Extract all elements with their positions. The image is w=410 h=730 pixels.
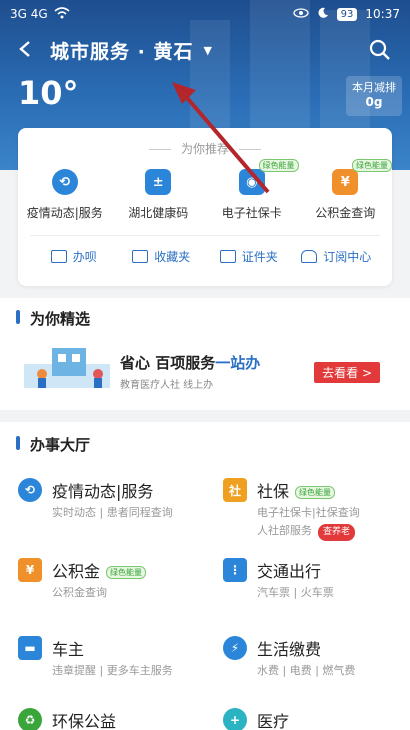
hall-item-title: 公积金 bbox=[52, 562, 101, 581]
car-icon: ▬ bbox=[18, 636, 42, 660]
temperature: 10° bbox=[18, 74, 79, 112]
hall-item-title: 社保 bbox=[257, 482, 290, 501]
hall-item-sub: 水费 | 电费 | 燃气费 bbox=[257, 664, 356, 677]
featured-banner[interactable]: 省心 百项服务一站办 教育医疗人社 线上办 去看看 > bbox=[18, 340, 392, 400]
quick-label: 办呗 bbox=[72, 250, 97, 264]
hall-item-sub: 违章提醒 | 更多车主服务 bbox=[52, 664, 173, 677]
hall-item-traffic[interactable]: ⋮ 交通出行 汽车票 | 火车票 bbox=[205, 550, 410, 616]
quick-favorites[interactable]: 收藏夹 bbox=[118, 248, 206, 265]
featured-title: 为你精选 bbox=[0, 308, 410, 329]
city-dropdown-icon[interactable]: ▼ bbox=[203, 44, 211, 57]
carbon-reduction-badge[interactable]: 本月减排 0g bbox=[346, 76, 402, 116]
moon-icon bbox=[317, 7, 329, 22]
carbon-value: 0g bbox=[365, 95, 383, 109]
hall-title: 办事大厅 bbox=[0, 434, 410, 455]
house-yuan-icon: ¥ bbox=[332, 169, 359, 195]
water-drop-icon: ⚡ bbox=[223, 636, 247, 660]
doc-clock-icon bbox=[50, 250, 67, 263]
hall-item-sub: 实时动态 | 患者同程查询 bbox=[52, 506, 173, 519]
house-yuan-icon: ¥ bbox=[18, 558, 42, 582]
hall-item-fund[interactable]: ¥ 公积金 绿色能量 公积金查询 bbox=[0, 550, 205, 616]
service-label: 公积金查询 bbox=[315, 206, 376, 220]
hall-item-title: 环保公益 bbox=[52, 712, 117, 730]
signal-text: 3G 4G bbox=[10, 7, 48, 21]
hall-item-medical[interactable]: + 医疗 bbox=[205, 700, 410, 730]
clock-icon: ⟲ bbox=[18, 478, 42, 502]
clock-icon: ⟲ bbox=[51, 169, 78, 195]
banner-title: 省心 百项服务一站办 bbox=[120, 352, 260, 373]
hall-item-title: 车主 bbox=[52, 640, 85, 659]
recycle-icon: ♻ bbox=[18, 708, 42, 730]
search-button[interactable] bbox=[368, 38, 392, 62]
clock: 10:37 bbox=[365, 7, 400, 21]
back-arrow-icon bbox=[19, 41, 30, 57]
hall-item-title: 医疗 bbox=[257, 712, 290, 730]
page-title[interactable]: 城市服务 · 黄石 bbox=[50, 37, 193, 64]
eye-icon bbox=[293, 7, 309, 21]
status-bar: 3G 4G 93 10:37 bbox=[0, 0, 410, 28]
hall-item-social[interactable]: 社 社保 绿色能量 电子社保卡|社保查询 人社部服务 查养老 bbox=[205, 470, 410, 550]
city-illustration-icon bbox=[24, 348, 110, 388]
wifi-icon bbox=[54, 6, 70, 22]
banner-go-button[interactable]: 去看看 > bbox=[314, 362, 380, 383]
hall-item-sub: 公积金查询 bbox=[52, 586, 107, 599]
shield-icon: 社 bbox=[223, 478, 247, 502]
service-label: 湖北健康码 bbox=[128, 206, 189, 220]
quick-subscribe[interactable]: 订阅中心 bbox=[293, 248, 381, 265]
hall-item-car[interactable]: ▬ 车主 违章提醒 | 更多车主服务 bbox=[0, 628, 205, 694]
id-icon bbox=[219, 250, 236, 263]
service-epidemic[interactable]: ⟲ 疫情动态|服务 bbox=[18, 169, 112, 221]
service-label: 疫情动态|服务 bbox=[26, 206, 103, 220]
title-bar: 城市服务 · 黄石 ▼ bbox=[0, 30, 410, 70]
banner-title-b: 一站办 bbox=[215, 354, 261, 372]
green-energy-badge: 绿色能量 bbox=[106, 566, 147, 579]
traffic-light-icon: ⋮ bbox=[223, 558, 247, 582]
hall-item-title-row: 社保 绿色能量 bbox=[257, 478, 336, 502]
banner-subtitle: 教育医疗人社 线上办 bbox=[120, 380, 214, 391]
back-button[interactable] bbox=[0, 36, 50, 64]
hall-item-epidemic[interactable]: ⟲ 疫情动态|服务 实时动态 | 患者同程查询 bbox=[0, 470, 205, 536]
hall-item-utilities[interactable]: ⚡ 生活缴费 水费 | 电费 | 燃气费 bbox=[205, 628, 410, 694]
service-fund[interactable]: 绿色能量 ¥ 公积金查询 bbox=[299, 159, 392, 221]
quick-label: 证件夹 bbox=[241, 250, 278, 264]
hall-item-title: 生活缴费 bbox=[257, 640, 322, 659]
annotation-arrow bbox=[172, 82, 270, 194]
hall-item-title-row: 公积金 绿色能量 bbox=[52, 558, 147, 582]
green-energy-badge: 绿色能量 bbox=[352, 159, 392, 172]
hall-item-title: 交通出行 bbox=[257, 562, 322, 581]
carbon-label: 本月减排 bbox=[352, 81, 396, 94]
hall-item-sub2-row: 人社部服务 查养老 bbox=[257, 522, 356, 541]
banner-title-a: 省心 百项服务 bbox=[120, 354, 216, 372]
quick-banbei[interactable]: 办呗 bbox=[30, 248, 118, 265]
folder-icon bbox=[132, 250, 149, 263]
search-icon bbox=[369, 39, 390, 60]
green-energy-badge: 绿色能量 bbox=[295, 486, 336, 499]
service-label: 电子社保卡 bbox=[221, 206, 282, 220]
hall-item-title: 疫情动态|服务 bbox=[52, 482, 154, 501]
battery-level: 93 bbox=[336, 7, 358, 21]
hall-item-sub2: 人社部服务 bbox=[257, 524, 312, 537]
hall-item-eco[interactable]: ♻ 环保公益 bbox=[0, 700, 205, 730]
pension-badge[interactable]: 查养老 bbox=[318, 524, 356, 541]
medical-cross-icon: + bbox=[223, 708, 247, 730]
bell-icon bbox=[301, 250, 318, 263]
quick-label: 订阅中心 bbox=[323, 250, 372, 264]
quick-documents[interactable]: 证件夹 bbox=[205, 248, 293, 265]
quick-label: 收藏夹 bbox=[154, 250, 191, 264]
hall-item-sub: 电子社保卡|社保查询 bbox=[257, 506, 360, 519]
hall-item-sub: 汽车票 | 火车票 bbox=[257, 586, 334, 599]
